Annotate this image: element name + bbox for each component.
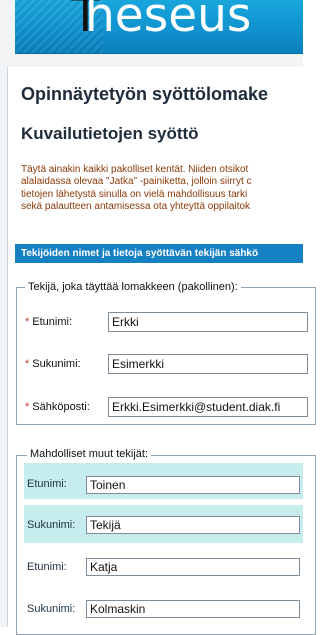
required-marker: * xyxy=(25,316,30,328)
other-last-name-label: Sukunimi: xyxy=(27,519,76,531)
instructions-line: Täytä ainakin kaikki pakolliset kentät. … xyxy=(21,164,249,175)
instructions-line: alalaidassa olevaa "Jatka" -painiketta, … xyxy=(21,176,252,188)
first-name-label: * Etunimi: xyxy=(25,316,73,328)
last-name-input[interactable] xyxy=(108,354,308,374)
section-title: Kuvailutietojen syöttö xyxy=(21,124,199,143)
other-authors-legend: Mahdolliset muut tekijät: xyxy=(27,448,151,460)
other-last-name-input[interactable] xyxy=(86,516,300,534)
instructions-text: Täytä ainakin kaikki pakolliset kentät. … xyxy=(21,164,303,213)
other-last-name-label: Sukunimi: xyxy=(27,603,76,615)
left-guide-strip xyxy=(0,67,8,627)
email-label: * Sähköposti: xyxy=(25,401,90,413)
instructions-line: tietojen lähetystä sinulla on vielä mahd… xyxy=(21,188,248,200)
required-marker: * xyxy=(25,401,30,413)
logo-text: heseus xyxy=(85,0,252,43)
email-input[interactable] xyxy=(108,397,308,417)
required-marker: * xyxy=(25,358,30,370)
last-name-label: * Sukunimi: xyxy=(25,358,81,370)
other-first-name-label: Etunimi: xyxy=(27,478,67,490)
other-first-name-label: Etunimi: xyxy=(27,561,67,573)
first-name-input[interactable] xyxy=(108,312,308,332)
required-author-legend: Tekijä, joka täyttää lomakkeen (pakollin… xyxy=(25,281,241,293)
instructions-line: sekä palautteen antamisessa ota yhteyttä… xyxy=(21,200,251,212)
page-title: Opinnäytetyön syöttölomake xyxy=(21,84,269,104)
theseus-logo[interactable]: T heseus xyxy=(15,0,303,54)
other-last-name-input[interactable] xyxy=(86,600,300,618)
other-first-name-input[interactable] xyxy=(86,476,300,494)
header-banner: T heseus xyxy=(0,0,303,67)
other-first-name-input[interactable] xyxy=(86,558,300,576)
authors-section-bar: Tekijöiden nimet ja tietoja syöttävän te… xyxy=(15,244,303,263)
